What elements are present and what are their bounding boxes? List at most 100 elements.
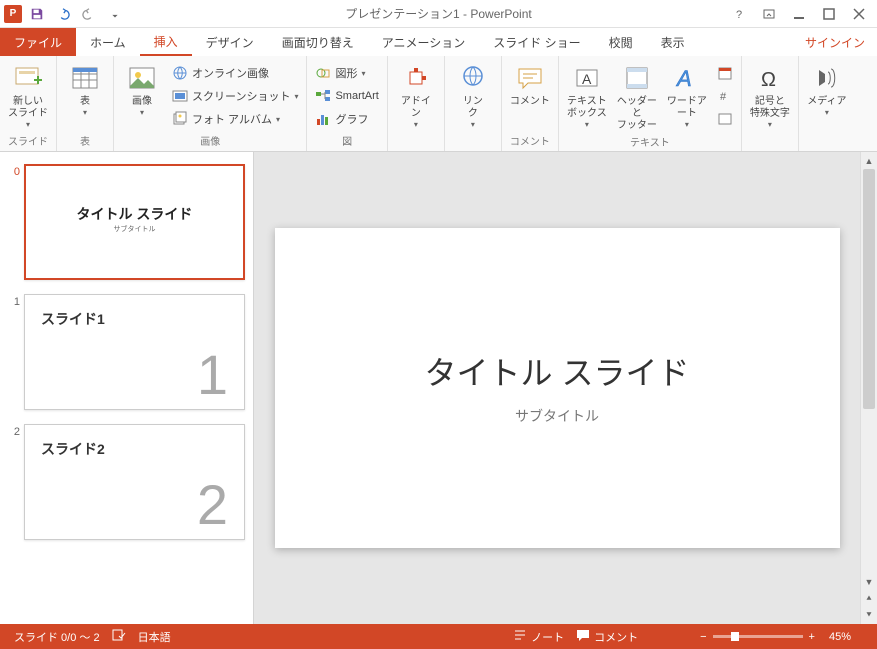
slide-canvas[interactable]: タイトル スライド サブタイトル <box>275 228 840 548</box>
tab-animations[interactable]: アニメーション <box>368 28 480 56</box>
text-extra1-button[interactable] <box>713 62 737 84</box>
screenshot-icon <box>172 88 188 104</box>
zoom-in-icon[interactable]: + <box>809 631 815 643</box>
status-comments-button[interactable]: コメント <box>570 628 644 645</box>
photo-album-button[interactable]: フォト アルバム ▾ <box>168 108 302 130</box>
tab-slideshow[interactable]: スライド ショー <box>479 28 594 56</box>
zoom-percent[interactable]: 45% <box>823 631 857 643</box>
symbol-icon: Ω <box>754 62 786 94</box>
svg-text:A: A <box>582 71 592 87</box>
textbox-icon: A <box>571 62 603 94</box>
comment-button[interactable]: コメント <box>506 58 554 108</box>
tab-insert[interactable]: 挿入 <box>140 28 192 56</box>
qat-undo-icon[interactable] <box>52 3 74 25</box>
smartart-icon <box>315 88 331 104</box>
status-slide-count[interactable]: スライド 0/0 ～ 2 <box>8 629 106 645</box>
slide-subtitle[interactable]: サブタイトル <box>275 406 840 426</box>
svg-text:?: ? <box>736 9 742 20</box>
next-slide-icon[interactable]: ⯆ <box>861 607 877 624</box>
text-extra3-button[interactable] <box>713 108 737 130</box>
smartart-button[interactable]: SmartArt <box>311 85 382 107</box>
thumb-number: 1 <box>8 294 24 308</box>
header-footer-button[interactable]: ヘッダーと フッター <box>613 58 661 132</box>
signin-link[interactable]: サインイン <box>793 28 877 56</box>
zoom-slider[interactable]: − + <box>692 631 823 643</box>
zoom-out-icon[interactable]: − <box>700 631 706 643</box>
tab-review[interactable]: 校閲 <box>595 28 647 56</box>
prev-slide-icon[interactable]: ⯅ <box>861 590 877 607</box>
slide-thumb-0[interactable]: タイトル スライド サブタイトル <box>24 164 245 280</box>
shapes-button[interactable]: 図形 ▾ <box>311 62 382 84</box>
tab-home[interactable]: ホーム <box>76 28 140 56</box>
group-images-label: 画像 <box>118 131 302 149</box>
chart-icon <box>315 111 331 127</box>
slide-thumb-2[interactable]: スライド2 2 <box>24 424 245 540</box>
ribbon-tabs: ファイル ホーム 挿入 デザイン 画面切り替え アニメーション スライド ショー… <box>0 28 877 56</box>
close-icon[interactable] <box>845 3 873 25</box>
status-notes-button[interactable]: ノート <box>507 628 570 645</box>
svg-text:Ω: Ω <box>761 69 776 91</box>
text-extra2-button[interactable]: # <box>713 85 737 107</box>
vertical-scrollbar[interactable]: ▲ ▼ ⯅ ⯆ <box>860 152 877 624</box>
table-icon <box>69 62 101 94</box>
new-slide-icon <box>12 62 44 94</box>
status-spellcheck-icon[interactable] <box>106 628 132 645</box>
textbox-button[interactable]: A テキスト ボックス▾ <box>563 58 611 130</box>
addins-button[interactable]: アドイ ン▾ <box>392 58 440 130</box>
chart-button[interactable]: グラフ <box>311 108 382 130</box>
titlebar: P プレゼンテーション1 - PowerPoint ? <box>0 0 877 28</box>
qat-save-icon[interactable] <box>26 3 48 25</box>
new-slide-button[interactable]: 新しい スライド▾ <box>4 58 52 130</box>
slide-thumb-1[interactable]: スライド1 1 <box>24 294 245 410</box>
tab-design[interactable]: デザイン <box>192 28 268 56</box>
status-language[interactable]: 日本語 <box>132 629 177 645</box>
group-text-label: テキスト <box>563 132 737 150</box>
tab-transitions[interactable]: 画面切り替え <box>268 28 368 56</box>
group-illustrations-label: 図 <box>311 131 382 149</box>
thumb-number: 0 <box>8 164 24 178</box>
tab-file[interactable]: ファイル <box>0 28 76 56</box>
group-comments-label: コメント <box>506 131 554 149</box>
group-slides-label: スライド <box>4 131 52 149</box>
workspace: 0 タイトル スライド サブタイトル 1 スライド1 1 2 スライド2 2 タ… <box>0 152 877 624</box>
slide-number-icon: # <box>717 88 733 104</box>
svg-text:#: # <box>720 91 727 103</box>
scroll-up-icon[interactable]: ▲ <box>861 152 877 169</box>
scroll-down-icon[interactable]: ▼ <box>861 573 877 590</box>
screenshot-button[interactable]: スクリーンショット ▾ <box>168 85 302 107</box>
online-pictures-button[interactable]: オンライン画像 <box>168 62 302 84</box>
shapes-icon <box>315 65 331 81</box>
window-title: プレゼンテーション1 - PowerPoint <box>345 5 531 22</box>
statusbar: スライド 0/0 ～ 2 日本語 ノート コメント − + 45% <box>0 624 877 649</box>
table-button[interactable]: 表▾ <box>61 58 109 118</box>
qat-dropdown-icon[interactable] <box>104 3 126 25</box>
pictures-button[interactable]: 画像▾ <box>118 58 166 118</box>
link-icon <box>457 62 489 94</box>
header-footer-icon <box>621 62 653 94</box>
svg-text:A: A <box>675 66 692 91</box>
slide-title[interactable]: タイトル スライド <box>275 348 840 394</box>
maximize-icon[interactable] <box>815 3 843 25</box>
media-icon <box>811 62 843 94</box>
online-pictures-icon <box>172 65 188 81</box>
link-button[interactable]: リン ク▾ <box>449 58 497 130</box>
group-tables-label: 表 <box>61 131 109 149</box>
help-icon[interactable]: ? <box>725 3 753 25</box>
symbol-button[interactable]: Ω 記号と 特殊文字▾ <box>746 58 794 130</box>
wordart-button[interactable]: A ワードアート▾ <box>663 58 711 130</box>
ribbon-options-icon[interactable] <box>755 3 783 25</box>
slide-editor: タイトル スライド サブタイトル ▲ ▼ ⯅ ⯆ <box>254 152 877 624</box>
minimize-icon[interactable] <box>785 3 813 25</box>
object-icon <box>717 111 733 127</box>
scroll-thumb[interactable] <box>863 169 875 409</box>
qat-redo-icon[interactable] <box>78 3 100 25</box>
ribbon: 新しい スライド▾ スライド 表▾ 表 画像▾ オンライン画像 スクリーンショッ… <box>0 56 877 152</box>
tab-view[interactable]: 表示 <box>647 28 699 56</box>
date-time-icon <box>717 65 733 81</box>
addins-icon <box>400 62 432 94</box>
wordart-icon: A <box>671 62 703 94</box>
thumbnail-panel: 0 タイトル スライド サブタイトル 1 スライド1 1 2 スライド2 2 <box>0 152 254 624</box>
app-icon: P <box>4 5 22 23</box>
media-button[interactable]: メディア▾ <box>803 58 851 118</box>
photo-album-icon <box>172 111 188 127</box>
